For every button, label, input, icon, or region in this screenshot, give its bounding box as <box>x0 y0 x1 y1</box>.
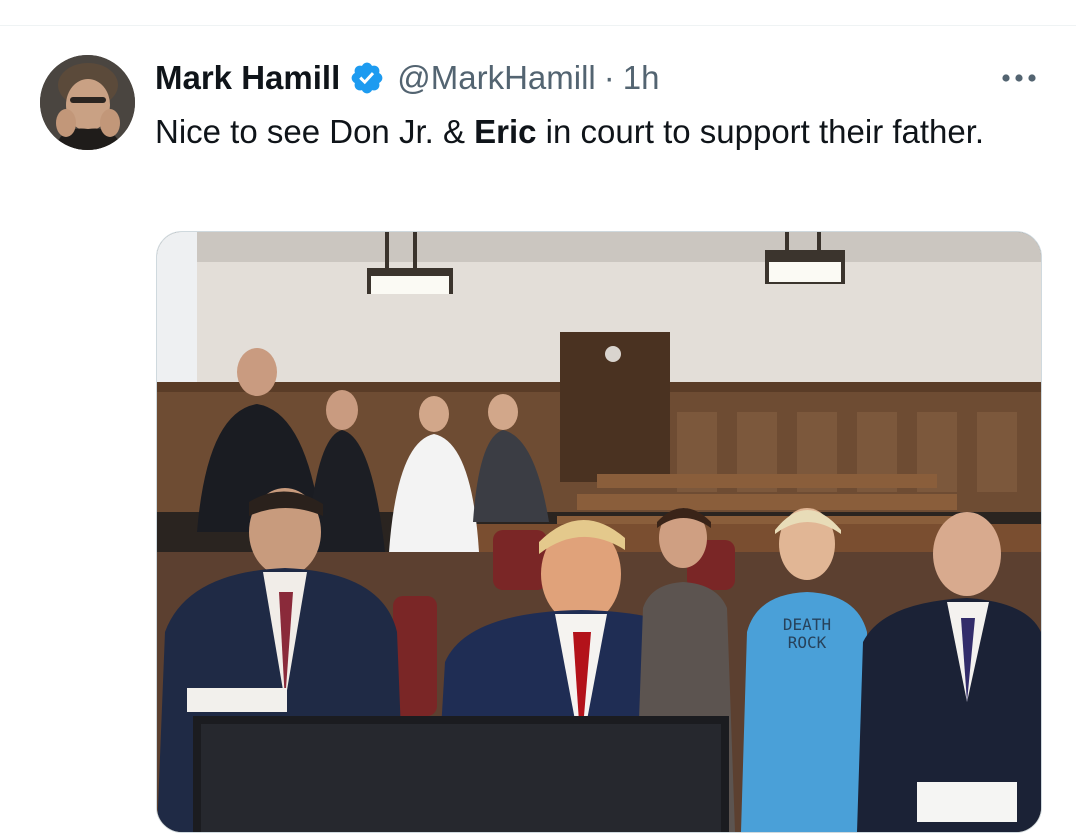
tweet-timestamp[interactable]: 1h <box>623 59 660 97</box>
tweet-header: Mark Hamill @MarkHamill · 1h <box>155 56 659 100</box>
author-handle[interactable]: @MarkHamill <box>397 59 596 97</box>
more-options-button[interactable] <box>994 60 1044 96</box>
verified-badge-icon[interactable] <box>349 60 385 96</box>
separator-dot: · <box>603 59 615 96</box>
avatar[interactable] <box>40 55 135 150</box>
tweet-text-part2: in court to support their father. <box>536 113 985 150</box>
avatar-image <box>40 55 135 150</box>
more-options-icon <box>1002 74 1036 82</box>
shirt-text-line1: DEATH <box>783 615 831 634</box>
tweet-media-photo[interactable]: DEATH ROCK <box>156 231 1042 833</box>
author-display-name[interactable]: Mark Hamill <box>155 59 340 97</box>
tweet-text-part1: Nice to see Don Jr. & <box>155 113 475 150</box>
shirt-text-line2: ROCK <box>788 633 827 652</box>
tweet-text: Nice to see Don Jr. & Eric in court to s… <box>155 108 995 156</box>
tweet-text-bold: Eric <box>474 113 537 150</box>
courtroom-photo: DEATH ROCK <box>157 232 1041 832</box>
top-divider <box>0 25 1076 26</box>
